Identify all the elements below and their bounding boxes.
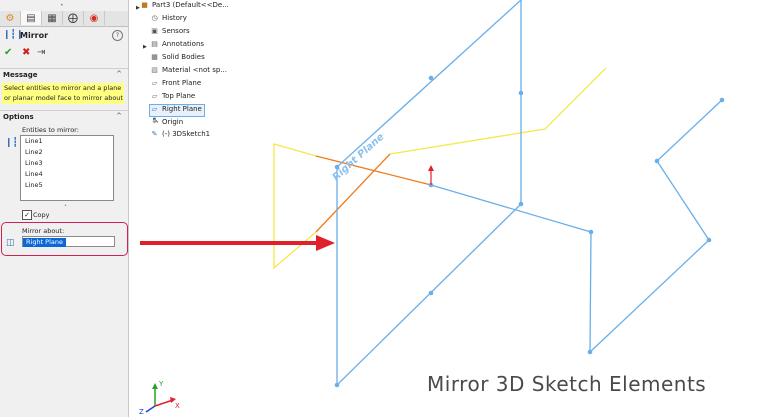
- tree-item-3dsketch[interactable]: ✎ (-) 3DSketch1: [150, 130, 211, 141]
- video-caption: Mirror 3D Sketch Elements: [427, 372, 707, 396]
- tree-item-solid-bodies[interactable]: ▦ Solid Bodies: [150, 53, 205, 64]
- tree-item-label: Origin: [162, 118, 184, 126]
- sketch-icon: ✎: [151, 130, 158, 138]
- sketch-point[interactable]: [706, 237, 712, 243]
- triad-y-label: Y: [158, 380, 164, 388]
- sketch-line[interactable]: [430, 184, 592, 233]
- sketch-point[interactable]: [587, 349, 593, 355]
- tree-item-material[interactable]: ▧ Material <not sp...: [150, 66, 227, 77]
- sketch-point[interactable]: [518, 201, 524, 207]
- history-icon: ◷: [151, 14, 158, 22]
- sketch-line[interactable]: [589, 231, 592, 353]
- tree-root[interactable]: ■ Part3 (Default<<De...: [140, 1, 229, 12]
- tree-item-label: Top Plane: [162, 92, 196, 100]
- tree-root-label: Part3 (Default<<De...: [152, 1, 229, 9]
- sketch-point[interactable]: [518, 90, 524, 96]
- annotations-icon: ▤: [151, 40, 158, 48]
- triad-z-label: Z: [139, 408, 144, 416]
- tree-item-top-plane[interactable]: ▱ Top Plane: [150, 92, 195, 103]
- tree-item-label: Right Plane: [162, 105, 202, 113]
- sketch-line[interactable]: [656, 160, 710, 241]
- material-icon: ▧: [151, 66, 158, 74]
- tree-item-label: Sensors: [162, 27, 190, 35]
- sketch-lines: [336, 0, 723, 386]
- view-triad: Y X Z: [139, 380, 180, 416]
- tree-item-label: (-) 3DSketch1: [162, 130, 211, 138]
- plane-outline-right: [389, 67, 607, 155]
- triad-x-label: X: [175, 402, 180, 410]
- tree-item-history[interactable]: ◷ History: [150, 14, 187, 25]
- origin-icon: ⌖: [152, 118, 157, 126]
- tree-item-label: Annotations: [162, 40, 205, 48]
- sketch-point[interactable]: [719, 97, 725, 103]
- plane-icon: ▱: [151, 92, 158, 100]
- solid-bodies-icon: ▦: [151, 53, 158, 61]
- plane-icon: ▱: [151, 79, 158, 87]
- plane-icon: ▱: [151, 105, 158, 113]
- sketch-point[interactable]: [654, 158, 660, 164]
- graphics-area[interactable]: Right Plane Y X Z: [0, 0, 768, 417]
- sketch-line[interactable]: [336, 0, 522, 168]
- tree-item-front-plane[interactable]: ▱ Front Plane: [150, 79, 201, 90]
- sketch-point[interactable]: [588, 229, 594, 235]
- tree-item-label: History: [162, 14, 187, 22]
- tree-item-label: Front Plane: [162, 79, 202, 87]
- tree-item-label: Material <not sp...: [162, 66, 227, 74]
- sketch-line[interactable]: [336, 203, 522, 386]
- expand-arrow-icon[interactable]: ▶: [143, 44, 147, 50]
- sketch-point[interactable]: [428, 75, 434, 81]
- sketch-point[interactable]: [334, 382, 340, 388]
- tree-item-origin[interactable]: ⌖ Origin: [150, 118, 184, 129]
- tree-item-annotations[interactable]: ▤ Annotations: [150, 40, 204, 51]
- tree-item-label: Solid Bodies: [162, 53, 205, 61]
- part-icon: ■: [141, 1, 148, 9]
- right-plane-label: Right Plane: [331, 131, 387, 183]
- sensors-icon: ▣: [151, 27, 158, 35]
- origin-marker: [428, 165, 434, 185]
- callout-arrow: [140, 235, 335, 251]
- plane-outline-left: [273, 143, 317, 270]
- sketch-points: [334, 75, 725, 388]
- tree-item-sensors[interactable]: ▣ Sensors: [150, 27, 190, 38]
- sketch-line[interactable]: [589, 239, 710, 353]
- sketch-point[interactable]: [428, 290, 434, 296]
- sketch-line[interactable]: [656, 99, 723, 162]
